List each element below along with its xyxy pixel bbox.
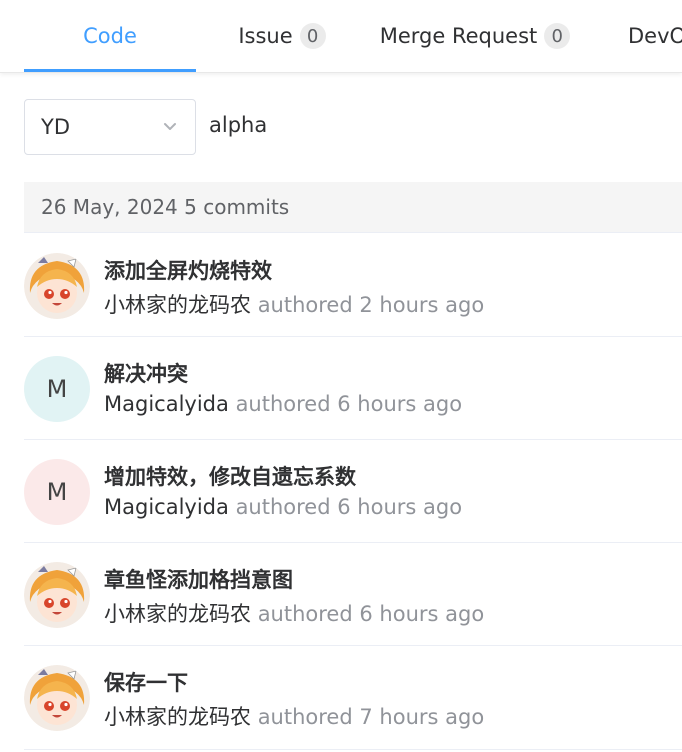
commit-action: authored — [235, 495, 331, 519]
tab-code-label: Code — [83, 24, 137, 48]
tab-issue[interactable]: Issue 0 — [196, 0, 368, 72]
commit-action: authored — [257, 293, 353, 317]
avatar — [24, 665, 90, 731]
anime-avatar-icon — [24, 253, 90, 319]
commit-date-header: 26 May, 2024 5 commits — [24, 182, 682, 233]
avatar: M — [24, 459, 90, 525]
commit-title[interactable]: 章鱼怪添加格挡意图 — [104, 564, 293, 594]
commit-title[interactable]: 添加全屏灼烧特效 — [104, 255, 272, 285]
commit-author[interactable]: 小林家的龙码农 — [104, 602, 251, 626]
commit-meta: Magicalyida authored 6 hours ago — [104, 392, 462, 416]
tab-devops[interactable]: DevOps — [628, 0, 682, 72]
tab-devops-label: DevOps — [628, 24, 682, 48]
commit-time: 6 hours ago — [337, 495, 463, 519]
commit-author[interactable]: 小林家的龙码农 — [104, 705, 251, 729]
branch-select[interactable]: YD — [24, 99, 196, 155]
commit-action: authored — [257, 602, 353, 626]
avatar-initial: M — [46, 375, 68, 403]
branch-name: alpha — [209, 113, 268, 137]
commit-meta: 小林家的龙码农 authored 2 hours ago — [104, 289, 484, 319]
commit-author[interactable]: 小林家的龙码农 — [104, 293, 251, 317]
commit-meta: Magicalyida authored 6 hours ago — [104, 495, 462, 519]
avatar-initial: M — [46, 478, 68, 506]
avatar: M — [24, 356, 90, 422]
tab-issue-label: Issue — [238, 24, 293, 48]
active-tab-indicator — [24, 69, 196, 72]
commit-row[interactable]: M 增加特效，修改自遗忘系数 Magicalyida authored 6 ho… — [24, 440, 682, 543]
anime-avatar-icon — [24, 665, 90, 731]
commit-title[interactable]: 增加特效，修改自遗忘系数 — [104, 461, 356, 491]
commit-action: authored — [235, 392, 331, 416]
commit-author[interactable]: Magicalyida — [104, 495, 229, 519]
commit-meta: 小林家的龙码农 authored 7 hours ago — [104, 701, 484, 731]
tab-merge-request[interactable]: Merge Request 0 — [368, 0, 582, 72]
branch-select-value: YD — [41, 115, 70, 139]
commit-action: authored — [257, 705, 353, 729]
commit-time: 6 hours ago — [359, 602, 485, 626]
tab-bar: Code Issue 0 Merge Request 0 DevOps — [0, 0, 682, 73]
commit-date-label: 26 May, 2024 5 commits — [41, 195, 290, 219]
tab-merge-request-label: Merge Request — [379, 24, 538, 48]
commit-time: 2 hours ago — [359, 293, 485, 317]
issue-count-badge: 0 — [299, 23, 326, 49]
commit-row[interactable]: 添加全屏灼烧特效 小林家的龙码农 authored 2 hours ago — [24, 234, 682, 337]
commit-title[interactable]: 解决冲突 — [104, 358, 188, 388]
commit-title[interactable]: 保存一下 — [104, 667, 188, 697]
commit-row[interactable]: 章鱼怪添加格挡意图 小林家的龙码农 authored 6 hours ago — [24, 543, 682, 646]
commit-meta: 小林家的龙码农 authored 6 hours ago — [104, 598, 484, 628]
commit-author[interactable]: Magicalyida — [104, 392, 229, 416]
chevron-down-icon — [164, 123, 176, 130]
avatar — [24, 253, 90, 319]
commit-row[interactable]: M 解决冲突 Magicalyida authored 6 hours ago — [24, 337, 682, 440]
merge-request-count-badge: 0 — [544, 23, 571, 49]
commit-time: 7 hours ago — [359, 705, 485, 729]
anime-avatar-icon — [24, 562, 90, 628]
commit-time: 6 hours ago — [337, 392, 463, 416]
tab-code[interactable]: Code — [24, 0, 196, 72]
commit-row[interactable]: 保存一下 小林家的龙码农 authored 7 hours ago — [24, 646, 682, 750]
avatar — [24, 562, 90, 628]
